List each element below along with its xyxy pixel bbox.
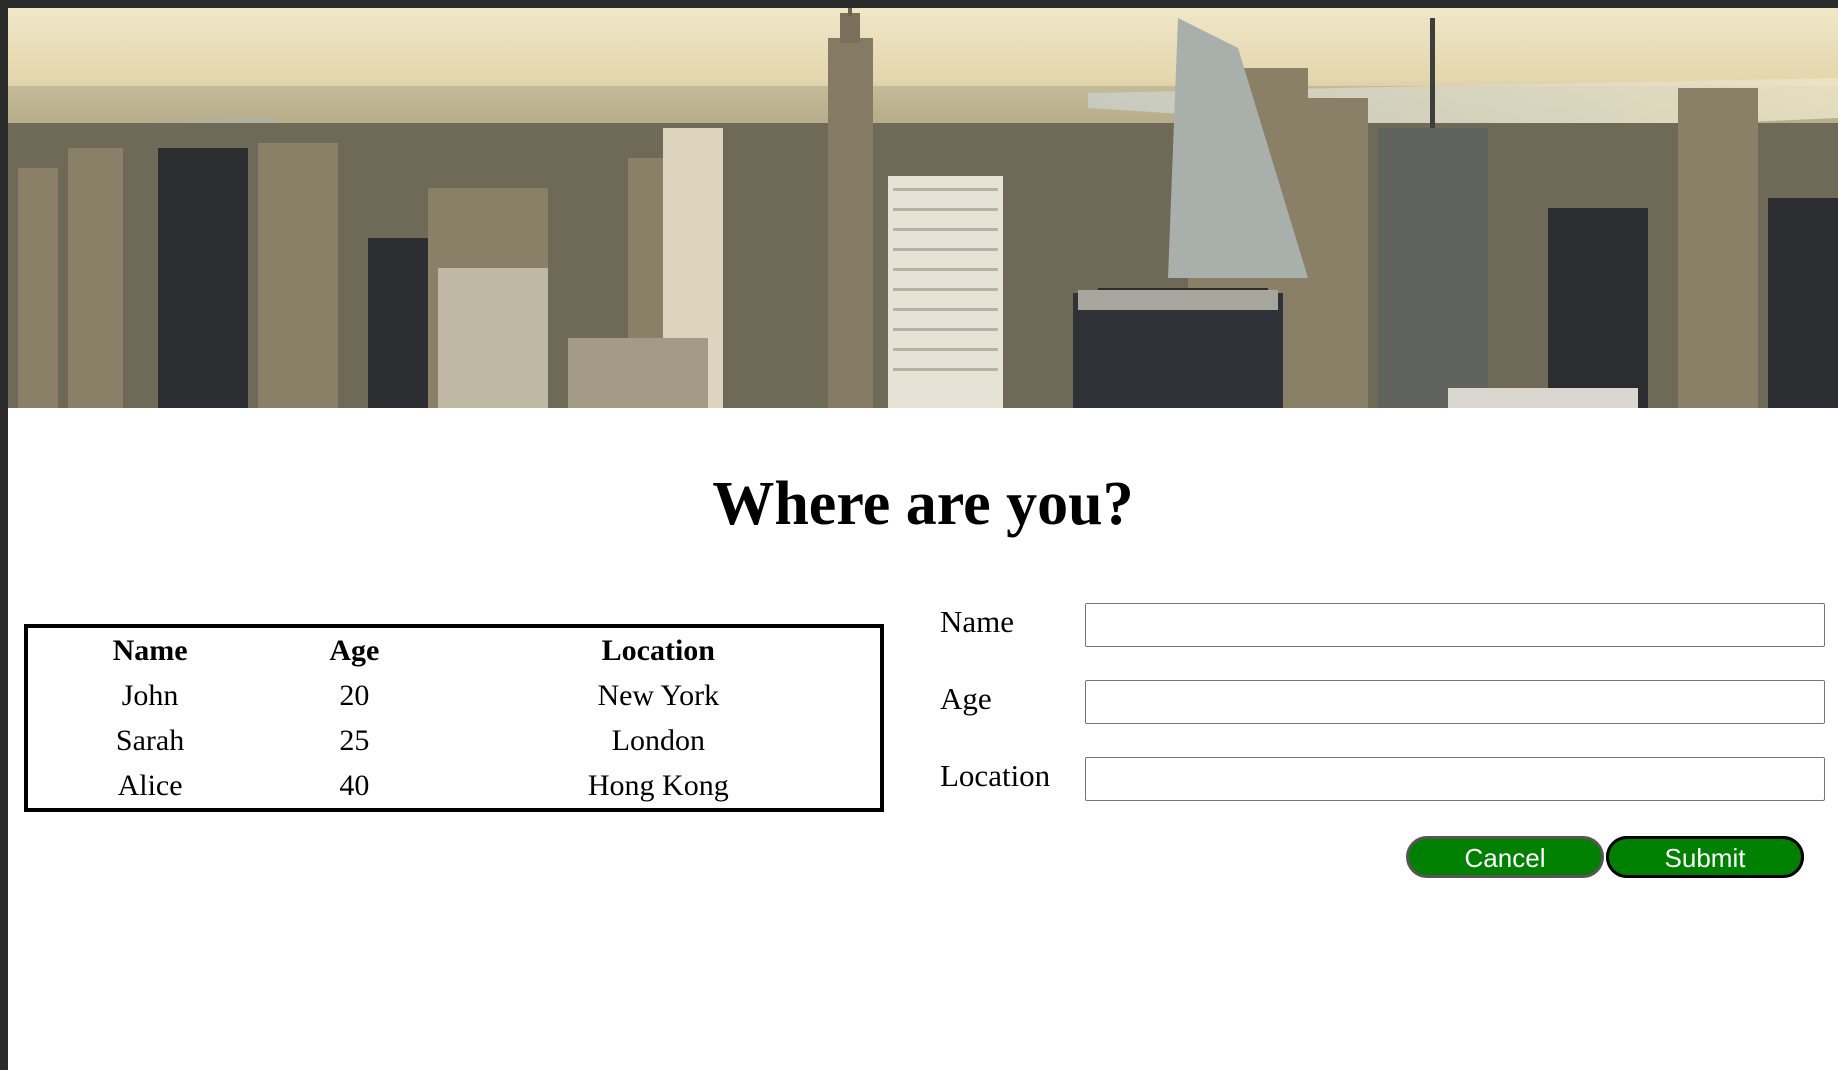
location-label: Location [940, 758, 1051, 793]
cell-name: Sarah [115, 723, 185, 757]
cell-age: 40 [339, 768, 370, 802]
age-input[interactable] [1085, 680, 1825, 724]
cell-name: Alice [117, 768, 183, 802]
cell-location: London [611, 723, 705, 757]
name-label: Name [940, 604, 1015, 639]
cell-age: 20 [339, 678, 370, 712]
column-header-name: Name [112, 633, 188, 667]
table-row: John 20 New York [28, 673, 880, 718]
cancel-button[interactable]: Cancel [1406, 836, 1604, 878]
submit-button[interactable]: Submit [1606, 836, 1804, 878]
cell-location: Hong Kong [587, 768, 729, 802]
cell-name: John [121, 678, 179, 712]
table-row: Sarah 25 London [28, 718, 880, 763]
name-input[interactable] [1085, 603, 1825, 647]
table-header-row: Name Age Location [28, 628, 880, 673]
window-frame-top [0, 0, 1838, 8]
window-frame-left [0, 0, 8, 1070]
city-skyline-banner [8, 8, 1838, 408]
people-table: Name Age Location John 20 New York Sarah… [24, 624, 884, 812]
table-row: Alice 40 Hong Kong [28, 763, 880, 808]
data-table: Name Age Location John 20 New York Sarah… [28, 628, 880, 808]
cell-location: New York [597, 678, 720, 712]
column-header-age: Age [329, 633, 380, 667]
age-label: Age [940, 681, 992, 716]
location-input[interactable] [1085, 757, 1825, 801]
cell-age: 25 [339, 723, 370, 757]
column-header-location: Location [601, 633, 715, 667]
page-title: Where are you? [712, 470, 1134, 538]
skyline-illustration [8, 8, 1838, 408]
